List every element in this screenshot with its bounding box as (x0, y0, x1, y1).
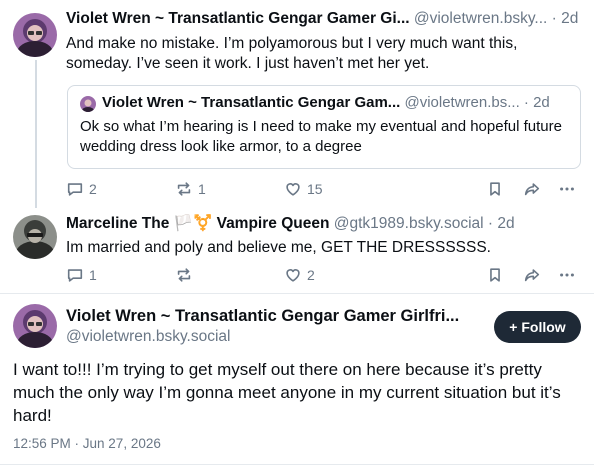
main-author-name[interactable]: Violet Wren ~ Transatlantic Gengar Gamer… (66, 306, 459, 326)
quote-author-handle: @violetwren.bs... (404, 94, 520, 111)
quote-avatar (80, 96, 96, 112)
more-icon (558, 180, 576, 198)
like-count: 2 (307, 267, 315, 283)
repost-button[interactable]: 1 (175, 179, 206, 199)
repost-icon (175, 266, 193, 284)
reply-icon (66, 266, 84, 284)
like-count: 15 (307, 181, 323, 197)
bookmark-button[interactable] (486, 265, 504, 285)
share-icon (523, 266, 541, 284)
bookmark-button[interactable] (486, 179, 504, 199)
separator-dot: · (523, 94, 529, 111)
avatar[interactable] (13, 13, 57, 57)
avatar[interactable] (13, 215, 57, 259)
repost-count: 1 (198, 181, 206, 197)
reply-button[interactable]: 2 (66, 179, 97, 199)
post-marceline[interactable]: Marceline The 🏳️⚧️ Vampire Queen @gtk198… (0, 208, 594, 293)
share-icon (523, 180, 541, 198)
quoted-post[interactable]: Violet Wren ~ Transatlantic Gengar Gam..… (67, 85, 581, 169)
author-name[interactable]: Marceline The 🏳️⚧️ Vampire Queen (66, 215, 329, 232)
author-handle[interactable]: @gtk1989.bsky.social (334, 215, 484, 232)
reply-button[interactable]: 1 (66, 265, 97, 285)
post-meta: Marceline The 🏳️⚧️ Vampire Queen @gtk198… (66, 214, 515, 234)
divider (0, 464, 594, 465)
reply-icon (66, 180, 84, 198)
post-text: Im married and poly and believe me, GET … (66, 239, 491, 256)
quote-meta: Violet Wren ~ Transatlantic Gengar Gam..… (102, 93, 550, 113)
repost-icon (175, 180, 193, 198)
reply-count: 2 (89, 181, 97, 197)
more-icon (558, 266, 576, 284)
quote-time: 2d (533, 94, 550, 111)
post-text: And make no mistake. I’m polyamorous but… (66, 35, 518, 72)
reply-count: 1 (89, 267, 97, 283)
share-button[interactable] (523, 265, 541, 285)
post-meta: Violet Wren ~ Transatlantic Gengar Gamer… (66, 9, 578, 29)
repost-button[interactable] (175, 265, 198, 285)
share-button[interactable] (523, 179, 541, 199)
bookmark-icon (486, 266, 504, 284)
post-time[interactable]: 2d (561, 10, 578, 27)
author-name[interactable]: Violet Wren ~ Transatlantic Gengar Gamer… (66, 10, 410, 27)
avatar[interactable] (13, 304, 57, 348)
separator-dot: · (487, 215, 494, 232)
main-author-handle[interactable]: @violetwren.bsky.social (66, 327, 230, 347)
separator-dot: · (551, 10, 557, 27)
like-icon (284, 266, 302, 284)
like-icon (284, 180, 302, 198)
like-button[interactable]: 15 (284, 179, 323, 199)
main-post-text: I want to!!! I’m trying to get myself ou… (13, 360, 561, 425)
post-actions: 2 1 15 (66, 179, 581, 199)
post-timestamp: 12:56 PM · Jun 27, 2026 (13, 436, 161, 451)
quote-text: Ok so what I’m hearing is I need to make… (80, 118, 562, 155)
like-button[interactable]: 2 (284, 265, 315, 285)
author-handle[interactable]: @violetwren.bsky... (414, 10, 547, 27)
follow-button[interactable]: + Follow (494, 311, 581, 343)
post-time[interactable]: 2d (497, 215, 514, 232)
post-violet-1[interactable]: Violet Wren ~ Transatlantic Gengar Gamer… (0, 0, 594, 208)
follow-label: + Follow (509, 319, 566, 335)
quote-author-name: Violet Wren ~ Transatlantic Gengar Gam..… (102, 94, 401, 111)
more-options-button[interactable] (558, 265, 576, 285)
more-options-button[interactable] (558, 179, 576, 199)
bookmark-icon (486, 180, 504, 198)
post-actions: 1 2 (66, 265, 581, 285)
